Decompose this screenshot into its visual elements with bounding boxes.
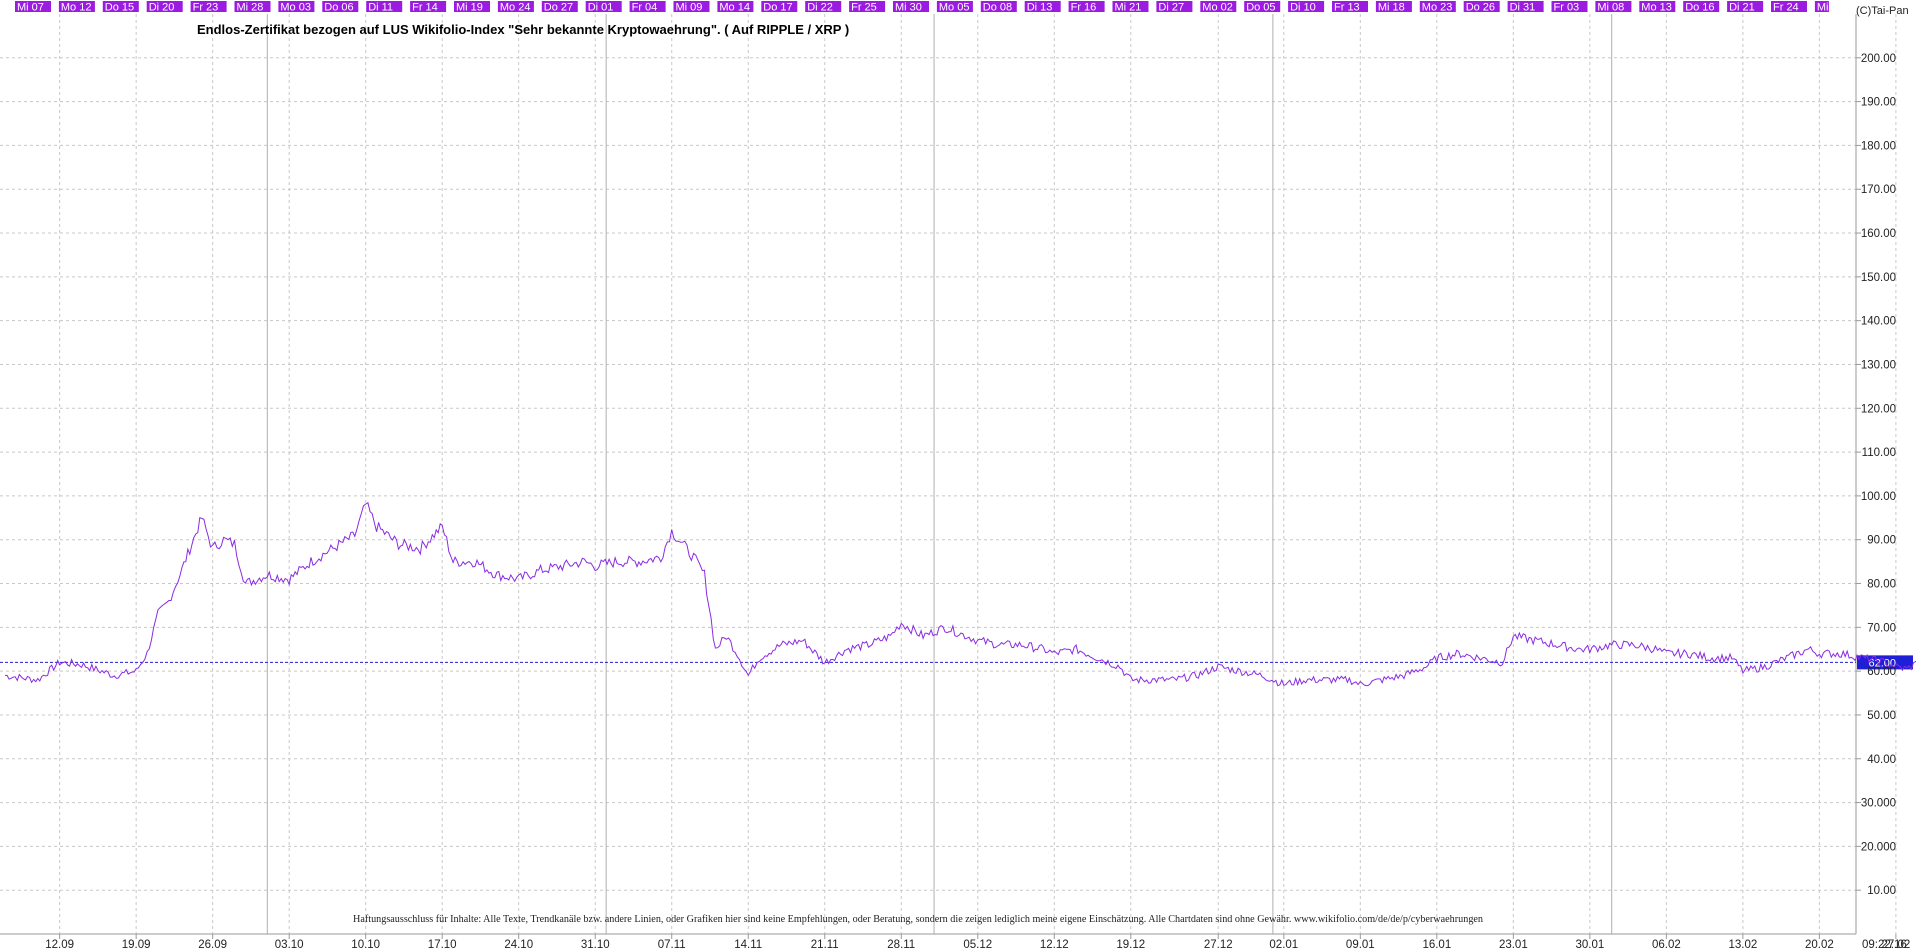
- x-tick-label: 27.12: [1204, 939, 1233, 951]
- x-tick-label: 02.01: [1269, 939, 1298, 951]
- x-tick-label: 26.09: [198, 939, 227, 951]
- top-day-label: Fr 16: [1071, 2, 1097, 14]
- top-day-label: Di 01: [588, 2, 614, 14]
- y-tick-label: 110.00: [1862, 447, 1896, 459]
- y-tick-label: 10.00: [1867, 885, 1896, 897]
- x-tick-label: 05.12: [963, 939, 992, 951]
- y-tick-label: 150.00: [1861, 272, 1896, 284]
- top-day-label: Mi 21: [1115, 2, 1142, 14]
- top-day-label: Do 16: [1685, 2, 1714, 14]
- y-tick-label: 20.000: [1861, 841, 1896, 853]
- top-day-label: Di 27: [1158, 2, 1184, 14]
- top-day-label: Mo 13: [1641, 2, 1672, 14]
- y-tick-label: 40.00: [1867, 754, 1896, 766]
- x-tick-label: 23.01: [1499, 939, 1528, 951]
- top-day-label: Fr 03: [1554, 2, 1580, 14]
- x-tick-label: 07.11: [658, 939, 686, 951]
- y-tick-label: 30.000: [1861, 798, 1896, 810]
- credit-label: (C)Tai-Pan: [1856, 5, 1909, 17]
- x-tick-label: 31.10: [581, 939, 610, 951]
- top-day-label: Mi: [1817, 2, 1829, 14]
- plot-background: [0, 0, 1916, 952]
- top-day-label: Di 31: [1510, 2, 1536, 14]
- y-tick-label: 160.00: [1861, 228, 1896, 240]
- y-tick-label: 100.00: [1861, 491, 1896, 503]
- y-tick-label: 50.00: [1867, 710, 1896, 722]
- top-day-label: Mi 28: [237, 2, 264, 14]
- top-day-label: Mi 07: [17, 2, 44, 14]
- y-tick-label: 90.00: [1867, 535, 1896, 547]
- top-day-label: Mi 09: [676, 2, 703, 14]
- top-day-label: Mi 30: [895, 2, 922, 14]
- top-day-label: Mi 18: [1378, 2, 1405, 14]
- top-day-label: Di 10: [1290, 2, 1316, 14]
- top-day-label: Fr 24: [1773, 2, 1799, 14]
- disclaimer-text: Haftungsausschluss für Inhalte: Alle Tex…: [353, 914, 1483, 925]
- x-tick-label: 24.10: [504, 939, 533, 951]
- top-day-label: Do 05: [1246, 2, 1275, 14]
- top-day-label: Fr 14: [412, 2, 438, 14]
- y-tick-label: 200.00: [1861, 53, 1896, 65]
- y-tick-label: 190.00: [1861, 97, 1896, 109]
- y-tick-label: 70.00: [1867, 622, 1896, 634]
- top-day-label: Mo 05: [939, 2, 970, 14]
- x-tick-label: 16.01: [1422, 939, 1451, 951]
- x-tick-label: 20.02: [1805, 939, 1834, 951]
- chart-title: Endlos-Zertifikat bezogen auf LUS Wikifo…: [197, 22, 849, 37]
- x-tick-label: 09.01: [1346, 939, 1375, 951]
- x-tick-label: 30.01: [1575, 939, 1604, 951]
- top-day-label: Do 17: [763, 2, 792, 14]
- top-day-label: Mo 02: [1202, 2, 1233, 14]
- top-day-label: Fr 25: [851, 2, 877, 14]
- x-tick-label: 13.02: [1728, 939, 1757, 951]
- top-day-label: Do 26: [1466, 2, 1495, 14]
- top-day-label: Mi 08: [1597, 2, 1624, 14]
- top-day-label: Mo 12: [61, 2, 92, 14]
- top-day-label: Di 22: [807, 2, 833, 14]
- top-date-bar: Mi 07 Mo 12 Do 15 Di 20 Fr 23 Mi 28 Mo 03 Do 06…: [0, 0, 1856, 14]
- x-tick-label: 21.11: [811, 939, 839, 951]
- chart: Mi 07 Mo 12 Do 15 Di 20 Fr 23 Mi 28 Mo 03 Do 06…: [0, 0, 1916, 952]
- top-day-label: Mo 14: [719, 2, 750, 14]
- top-day-label: Do 27: [544, 2, 573, 14]
- x-tick-label: 19.12: [1116, 939, 1145, 951]
- y-tick-label: 80.00: [1867, 579, 1896, 591]
- top-day-label: Do 15: [105, 2, 134, 14]
- x-tick-label: 10.10: [351, 939, 380, 951]
- x-tick-label: 06.02: [1652, 939, 1681, 951]
- x-tick-label: 14.11: [734, 939, 762, 951]
- top-day-label: Di 21: [1729, 2, 1755, 14]
- top-day-label: Do 08: [983, 2, 1012, 14]
- top-day-label: Mo 24: [500, 2, 531, 14]
- x-tick-label: 12.09: [45, 939, 74, 951]
- x-tick-label: 19.09: [122, 939, 151, 951]
- timestamp-label: 09:22:16: [1862, 939, 1907, 951]
- y-tick-label: 170.00: [1861, 184, 1896, 196]
- y-tick-label: 130.00: [1861, 359, 1896, 371]
- top-day-label: Di 20: [149, 2, 175, 14]
- top-day-label: Mi 19: [456, 2, 483, 14]
- x-tick-label: 28.11: [887, 939, 915, 951]
- top-day-label: Fr 23: [193, 2, 219, 14]
- top-day-label: Do 06: [324, 2, 353, 14]
- y-tick-label: 140.00: [1861, 316, 1896, 328]
- y-tick-label: 120.00: [1861, 403, 1896, 415]
- x-tick-label: 03.10: [275, 939, 304, 951]
- top-day-label: Fr 04: [632, 2, 658, 14]
- top-day-label: Mo 03: [280, 2, 311, 14]
- x-tick-label: 17.10: [428, 939, 457, 951]
- top-day-label: Di 13: [1027, 2, 1053, 14]
- y-tick-label: 180.00: [1861, 140, 1896, 152]
- x-tick-label: 12.12: [1040, 939, 1069, 951]
- top-day-label: Mo 23: [1422, 2, 1453, 14]
- top-day-label: Fr 13: [1334, 2, 1360, 14]
- top-day-label: Di 11: [368, 2, 393, 14]
- y-tick-label: 60.00: [1867, 666, 1896, 678]
